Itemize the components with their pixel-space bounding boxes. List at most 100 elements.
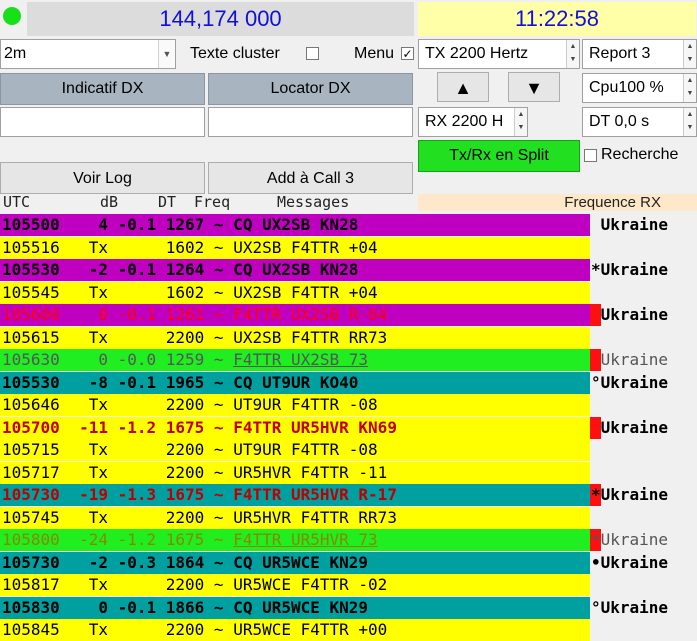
row-fields: 105830 0 -0.1 1866 ~ (2, 598, 234, 617)
row-fields: 105545 Tx 1602 ~ (2, 283, 234, 302)
table-row[interactable]: 105800 -24 -1.2 1675 ~ F4TTR UR5HVR 73 (0, 529, 590, 551)
table-row[interactable]: 105630 0 -0.0 1259 ~ F4TTR UX2SB 73 (0, 349, 590, 371)
row-country: *Ukraine (591, 260, 669, 279)
spin-arrows-icon[interactable]: ▲ ▼ (514, 108, 527, 136)
table-row[interactable]: 105516 Tx 1602 ~ UX2SB F4TTR +04 (0, 237, 590, 259)
indicatif-dx-button[interactable]: Indicatif DX (0, 73, 205, 105)
row-fields: 105730 -2 -0.3 1864 ~ (2, 553, 234, 572)
row-message: UR5WCE F4TTR +00 (233, 620, 388, 639)
table-row[interactable]: 105745 Tx 2200 ~ UR5HVR F4TTR RR73 (0, 507, 590, 529)
row-message: F4TTR UR5HVR KN69 (233, 418, 397, 437)
table-row[interactable]: 105817 Tx 2200 ~ UR5WCE F4TTR -02 (0, 574, 590, 596)
row-fields: 105817 Tx 2200 ~ (2, 575, 234, 594)
cpu-value: Cpu100 % (589, 79, 664, 96)
row-message: CQ UX2SB KN28 (233, 260, 359, 279)
row-fields: 105516 Tx 1602 ~ (2, 238, 234, 257)
frequency-display: 144,174 000 (27, 2, 414, 36)
tx-hertz-spinner[interactable]: TX 2200 Hertz ▲ ▼ (418, 39, 580, 69)
row-fields: 105845 Tx 2200 ~ (2, 620, 234, 639)
table-row[interactable]: 105530 -2 -0.1 1264 ~ CQ UX2SB KN28 (0, 259, 590, 281)
table-row[interactable]: 105715 Tx 2200 ~ UT9UR F4TTR -08 (0, 439, 590, 461)
row-message: UR5HVR F4TTR RR73 (233, 508, 397, 527)
spin-arrows-icon[interactable]: ▲ ▼ (683, 40, 696, 68)
table-row[interactable]: 105830 0 -0.1 1866 ~ CQ UR5WCE KN29 (0, 597, 590, 619)
table-row[interactable]: 105530 -8 -0.1 1965 ~ CQ UT9UR KO40 (0, 372, 590, 394)
row-country: Ukraine (591, 418, 669, 437)
column-utc: UTC (3, 193, 31, 211)
row-fields: 105600 0 -0.1 1261 ~ (2, 305, 234, 324)
report-spinner[interactable]: Report 3 ▲ ▼ (582, 39, 697, 69)
table-row[interactable]: 105615 Tx 2200 ~ UX2SB F4TTR RR73 (0, 327, 590, 349)
row-message: UR5HVR F4TTR -11 (233, 463, 388, 482)
row-message: CQ UR5WCE KN29 (233, 598, 369, 617)
table-row[interactable]: 105500 4 -0.1 1267 ~ CQ UX2SB KN28 (0, 214, 590, 236)
spin-arrows-icon[interactable]: ▲ ▼ (683, 74, 696, 102)
row-message: UT9UR F4TTR -08 (233, 395, 378, 414)
frequence-rx-header: Frequence RX (418, 194, 697, 211)
recherche-checkbox[interactable] (584, 149, 597, 162)
column-messages: Messages (277, 193, 350, 211)
texte-cluster-label: Texte cluster (190, 45, 280, 62)
row-country: *Ukraine (591, 530, 669, 549)
cpu-spinner[interactable]: Cpu100 % ▲ ▼ (582, 73, 697, 103)
voir-log-button[interactable]: Voir Log (0, 162, 205, 194)
status-led-icon (3, 7, 21, 25)
split-button[interactable]: Tx/Rx en Split (418, 140, 580, 172)
menu-label: Menu (354, 45, 395, 62)
row-country: °Ukraine (591, 373, 669, 392)
tx-value: TX 2200 Hertz (425, 45, 529, 62)
row-fields: 105700 -11 -1.2 1675 ~ (2, 418, 234, 437)
row-country: Ukraine (591, 215, 669, 234)
menu-checkbox[interactable]: ✓ (401, 47, 414, 60)
table-row[interactable]: 105717 Tx 2200 ~ UR5HVR F4TTR -11 (0, 462, 590, 484)
row-message: CQ UX2SB KN28 (233, 215, 359, 234)
band-select[interactable]: 2m ▼ (0, 39, 176, 69)
column-db: dB (100, 193, 119, 211)
table-row[interactable]: 105600 0 -0.1 1261 ~ F4TTR UX2SB R-04 (0, 304, 590, 326)
row-fields: 105715 Tx 2200 ~ (2, 440, 234, 459)
row-fields: 105745 Tx 2200 ~ (2, 508, 234, 527)
table-row[interactable]: 105730 -19 -1.3 1675 ~ F4TTR UR5HVR R-17 (0, 484, 590, 506)
table-row[interactable]: 105646 Tx 2200 ~ UT9UR F4TTR -08 (0, 394, 590, 416)
spin-arrows-icon[interactable]: ▲ ▼ (683, 108, 696, 136)
row-fields: 105500 4 -0.1 1267 ~ (2, 215, 234, 234)
row-fields: 105615 Tx 2200 ~ (2, 328, 234, 347)
chevron-down-icon[interactable]: ▼ (158, 40, 175, 68)
recherche-label: Recherche (601, 146, 679, 163)
row-message: F4TTR UR5HVR R-17 (233, 485, 397, 504)
row-fields: 105646 Tx 2200 ~ (2, 395, 234, 414)
indicatif-dx-input[interactable] (0, 107, 205, 137)
row-message: CQ UT9UR KO40 (233, 373, 359, 392)
table-row[interactable]: 105845 Tx 2200 ~ UR5WCE F4TTR +00 (0, 619, 590, 641)
locator-dx-input[interactable] (208, 107, 413, 137)
table-row[interactable]: 105700 -11 -1.2 1675 ~ F4TTR UR5HVR KN69 (0, 417, 590, 439)
band-value: 2m (4, 45, 27, 62)
row-country: •Ukraine (591, 553, 669, 572)
row-message: F4TTR UX2SB R-04 (233, 305, 388, 324)
row-country: Ukraine (591, 305, 669, 324)
dt-spinner[interactable]: DT 0,0 s ▲ ▼ (582, 107, 697, 137)
up-arrow-button[interactable]: ▲ (437, 72, 489, 102)
down-arrow-button[interactable]: ▼ (508, 72, 560, 102)
column-freq: Freq (194, 193, 231, 211)
row-country: Ukraine (591, 350, 669, 369)
row-country: *Ukraine (591, 485, 669, 504)
row-message: UX2SB F4TTR RR73 (233, 328, 388, 347)
row-fields: 105800 -24 -1.2 1675 ~ (2, 530, 234, 549)
row-message: F4TTR UX2SB 73 (233, 350, 369, 369)
spin-arrows-icon[interactable]: ▲ ▼ (566, 40, 579, 68)
column-dt: DT (158, 193, 177, 211)
row-fields: 105530 -2 -0.1 1264 ~ (2, 260, 234, 279)
row-fields: 105630 0 -0.0 1259 ~ (2, 350, 234, 369)
row-fields: 105717 Tx 2200 ~ (2, 463, 234, 482)
report-value: Report 3 (589, 45, 651, 62)
time-display: 11:22:58 (418, 2, 696, 36)
rx-hertz-spinner[interactable]: RX 2200 H ▲ ▼ (418, 107, 528, 137)
table-row[interactable]: 105730 -2 -0.3 1864 ~ CQ UR5WCE KN29 (0, 552, 590, 574)
row-message: UR5WCE F4TTR -02 (233, 575, 388, 594)
table-row[interactable]: 105545 Tx 1602 ~ UX2SB F4TTR +04 (0, 282, 590, 304)
texte-cluster-checkbox[interactable] (306, 47, 319, 60)
row-message: CQ UR5WCE KN29 (233, 553, 369, 572)
add-call-button[interactable]: Add à Call 3 (208, 162, 413, 194)
locator-dx-button[interactable]: Locator DX (208, 73, 413, 105)
